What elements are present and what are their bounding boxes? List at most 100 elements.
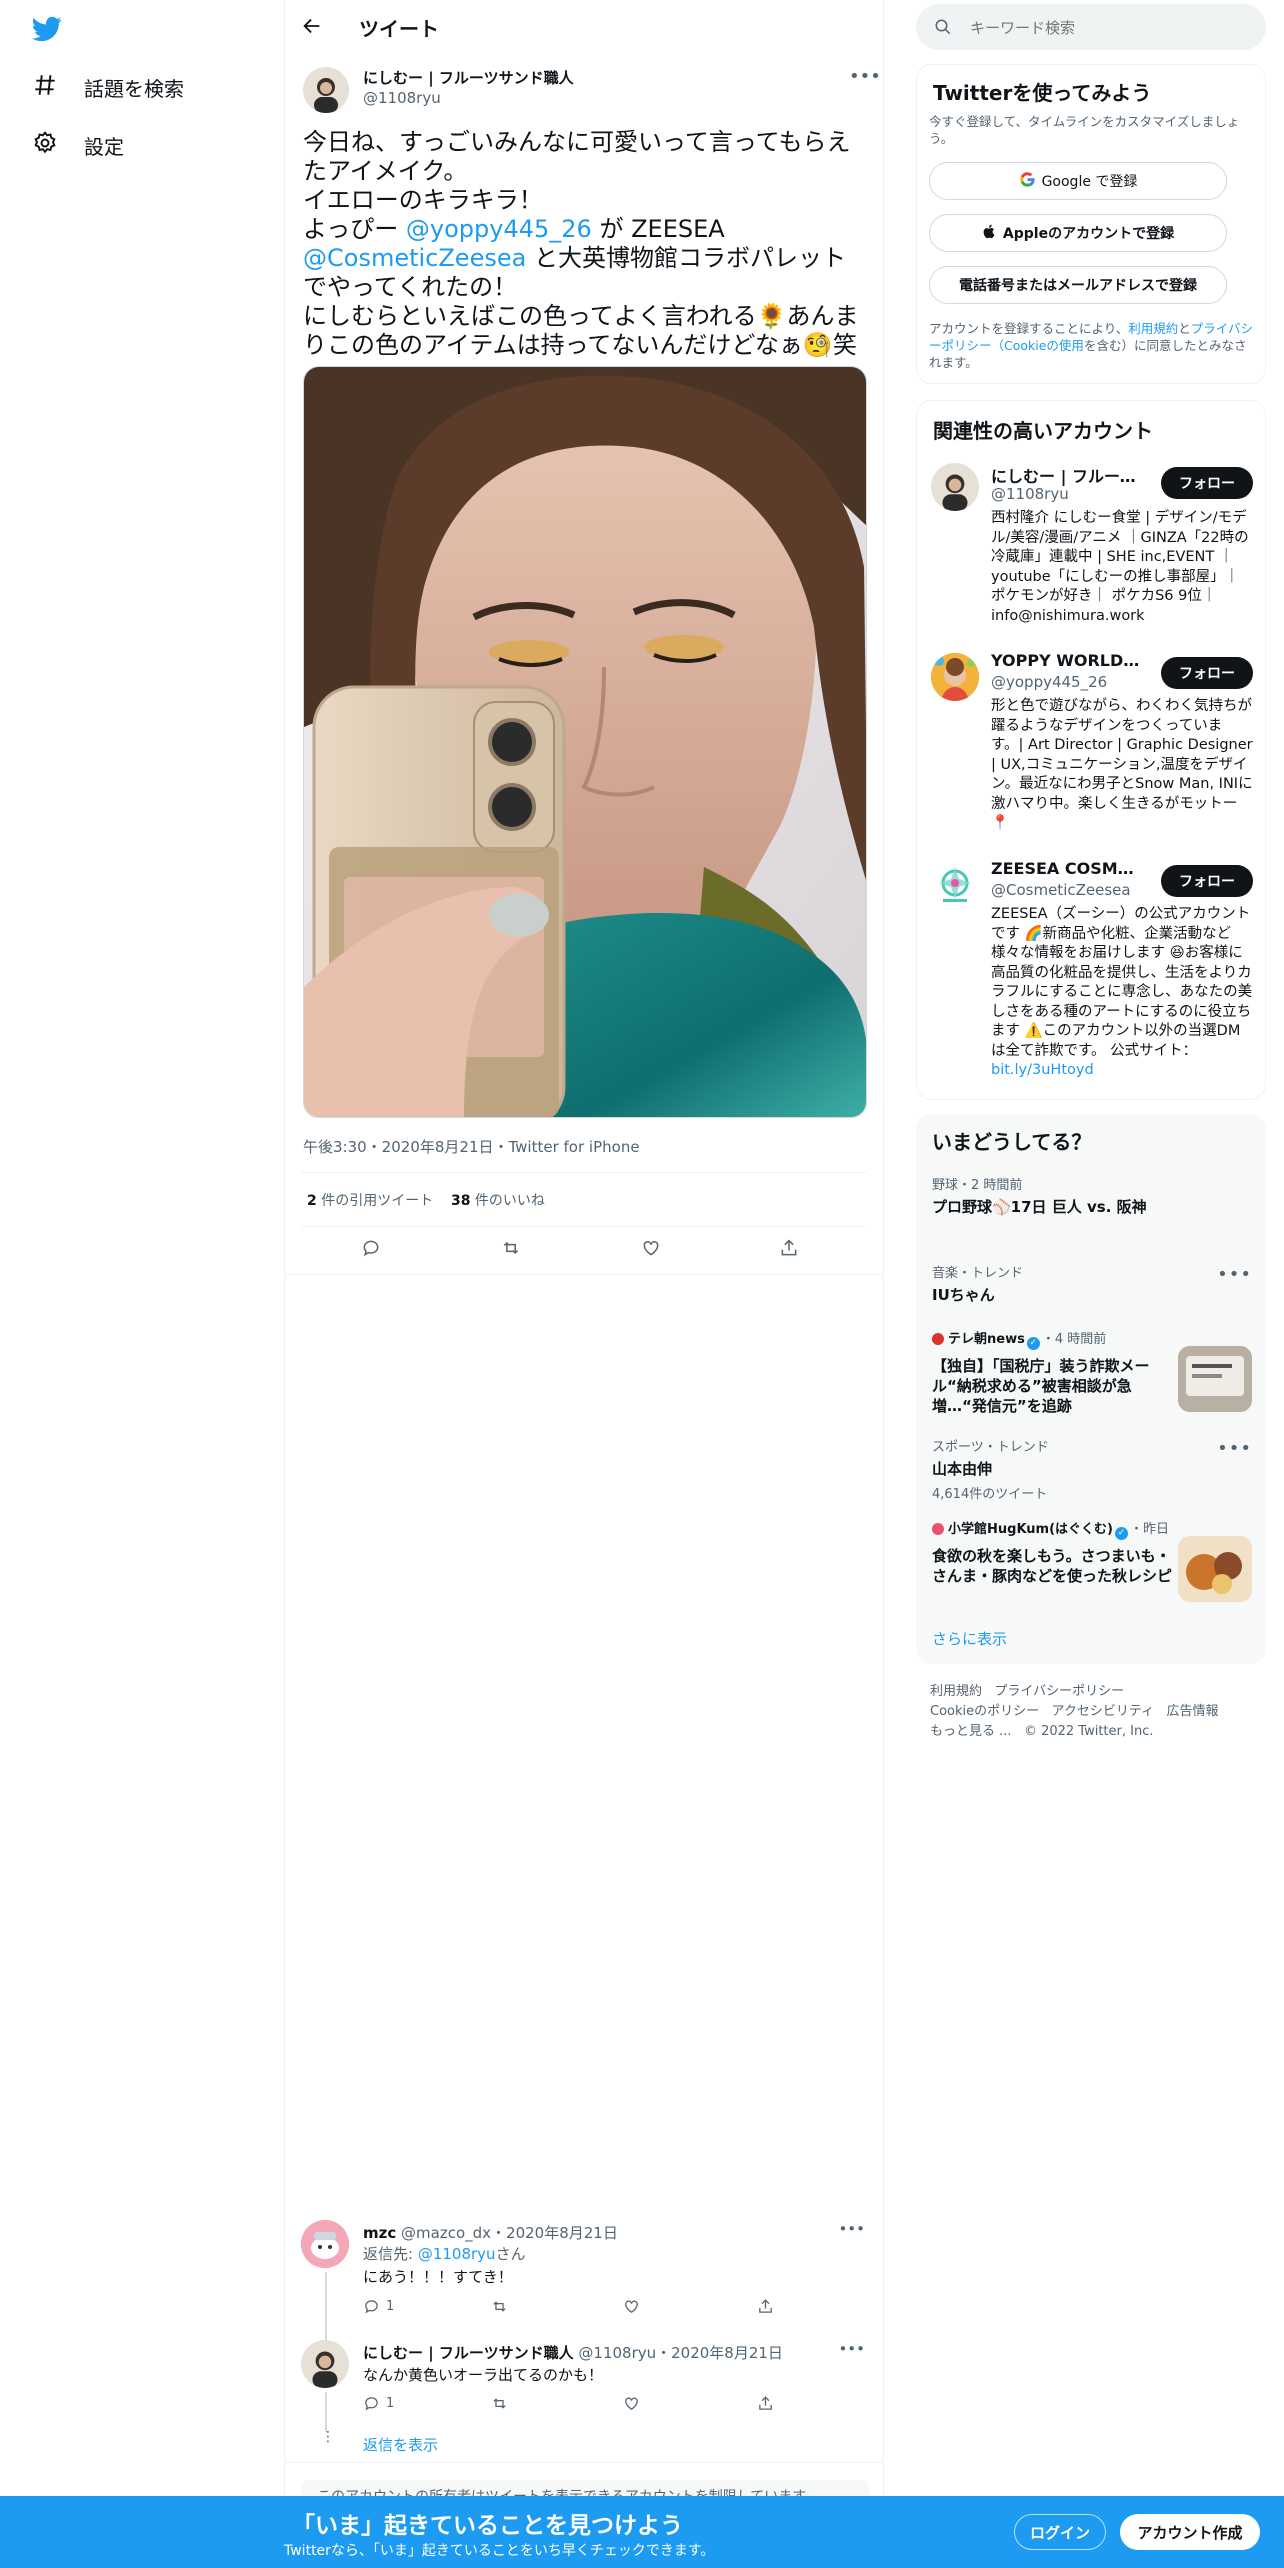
related-account-name[interactable]: YOPPY WORLD 🦊 [991,651,1141,670]
reply-1-like-button[interactable] [623,2298,757,2315]
trend-item[interactable]: 小学館HugKum(はぐくむ) ✓ ・昨日 食欲の秋を楽しもう。さつまいも・さんま・… [932,1518,1172,1586]
terms-text: と [1178,321,1191,336]
divider [285,1274,883,1275]
verified-badge-icon: ✓ [1114,1527,1128,1540]
related-account-avatar[interactable] [931,861,979,909]
reply-1-retweet-button[interactable] [491,2298,623,2315]
back-arrow-icon[interactable] [301,15,323,41]
more-options-icon[interactable]: ••• [1217,1264,1252,1285]
author-handle[interactable]: @1108ryu [363,89,441,107]
left-navigation: 話題を検索 設定 [0,0,284,2568]
related-account-avatar[interactable] [931,463,979,511]
reply-1-reply-button[interactable]: 1 [363,2298,491,2315]
more-options-icon[interactable]: ••• [838,2220,865,2238]
apple-signup-button[interactable]: Appleのアカウントで登録 [929,214,1227,252]
author-name[interactable]: にしむー | フルーツサンド職人 [363,67,574,88]
related-account-name[interactable]: ZEESEA COSMETI... [991,859,1141,878]
search-icon [934,18,952,40]
reply-to-handle[interactable]: @1108ryu [418,2245,496,2263]
reply-2-reply-button[interactable]: 1 [363,2395,491,2412]
reply-icon[interactable] [361,1238,381,1262]
show-replies-link[interactable]: 返信を表示 [363,2434,438,2455]
tweet-timestamp[interactable]: 午後3:30・2020年8月21日・Twitter for iPhone [303,1136,640,1157]
trend-item[interactable]: スポーツ・トレンド 山本由伸 4,614件のツイート [932,1436,1232,1502]
related-account-handle[interactable]: @yoppy445_26 [991,673,1107,691]
reply-1-share-button[interactable] [757,2298,774,2315]
terms-of-service-link[interactable]: 利用規約 [1128,321,1178,336]
footer-ads-info-link[interactable]: 広告情報 [1167,1704,1219,1719]
main-column: ツイート にしむー | フルーツサンド職人 @1108ryu ••• 今日ね、す… [284,0,884,2568]
share-icon[interactable] [779,1238,799,1262]
footer-accessibility-link[interactable]: アクセシビリティ [1052,1704,1155,1719]
more-options-icon[interactable]: ••• [1217,1438,1252,1459]
related-account-avatar[interactable] [931,653,979,701]
nav-explore[interactable]: 話題を検索 [32,72,184,103]
related-account-bio: 形と色で遊びながら、わくわく気持ちが躍るようなデザインをつくっています。| Ar… [991,698,1253,831]
search-box[interactable] [916,4,1266,50]
footer-more-link[interactable]: もっと見る ... [930,1724,1012,1739]
reply-2-share-button[interactable] [757,2395,774,2412]
hashtag-icon [32,72,58,103]
follow-button[interactable]: フォロー [1161,467,1253,499]
retweet-icon[interactable] [501,1238,521,1262]
banner-subtitle: Twitterなら、「いま」起きていることをいち早くチェックできます。 [284,2543,715,2559]
twitter-logo-icon[interactable] [32,14,62,48]
banner-title: 「いま」起きていることを見つけよう [292,2513,683,2539]
likes-link[interactable]: 38 件のいいね [451,1190,545,1210]
trend-tweet-count: 4,614件のツイート [932,1487,1048,1502]
related-account-bio: ZEESEA（ズーシー）の公式アカウントです 🌈新商品や化粧、企業活動など様々な… [991,905,1253,1081]
like-heart-icon[interactable] [641,1238,661,1262]
phone-email-signup-label: 電話番号またはメールアドレスで登録 [959,278,1197,294]
retweet-icon [493,2398,506,2409]
google-signup-label: Google で登録 [1041,174,1138,190]
trend-title: プロ野球⚾17日 巨人 vs. 阪神 [932,1198,1147,1216]
login-button[interactable]: ログイン [1014,2514,1106,2550]
trend-item[interactable]: テレ朝news ✓ ・4 時間前 【独自】「国税庁」装う詐欺メール“納税求める”被害… [932,1328,1172,1416]
follow-button[interactable]: フォロー [1161,865,1253,897]
tweet-text-segment: よっぴー [303,215,406,243]
reply-1-name[interactable]: mzc [363,2224,396,2242]
follow-button[interactable]: フォロー [1161,657,1253,689]
nav-settings[interactable]: 設定 [32,130,124,161]
like-heart-icon [625,2300,638,2313]
trend-meta: スポーツ・トレンド [932,1440,1049,1455]
terms-text: アカウントを登録することにより、 [929,321,1129,336]
footer-privacy-link[interactable]: プライバシーポリシー [994,1684,1124,1699]
related-account-bio-link[interactable]: bit.ly/3uHtoyd [991,1062,1094,1078]
trend-source: 小学館HugKum(はぐくむ) [948,1522,1113,1537]
more-options-icon[interactable]: ••• [849,66,881,87]
related-account-handle[interactable]: @CosmeticZeesea [991,881,1131,899]
signup-card: Twitterを使ってみよう 今すぐ登録して、タイムラインをカスタマイズしましょ… [916,64,1266,384]
reply-avatar-nishimu[interactable] [301,2340,349,2388]
quote-tweets-link[interactable]: 2 件の引用ツイート [307,1190,433,1210]
reply-avatar-mzc[interactable] [301,2220,349,2268]
bottom-signup-banner: 「いま」起きていることを見つけよう Twitterなら、「いま」起きていることを… [0,2496,1284,2568]
show-more-trends-link[interactable]: さらに表示 [932,1628,1007,1649]
nav-explore-label: 話題を検索 [84,77,184,101]
mention-cosmeticzeesea[interactable]: @CosmeticZeesea [303,244,526,272]
gear-icon [32,130,58,161]
google-signup-button[interactable]: Google で登録 [929,162,1227,200]
related-account-handle[interactable]: @1108ryu [991,485,1069,503]
signup-title: Twitterを使ってみよう [933,81,1152,105]
trend-item[interactable]: 音楽・トレンド IUちゃん [932,1262,1232,1305]
mention-yoppy[interactable]: @yoppy445_26 [406,215,592,243]
create-account-button[interactable]: アカウント作成 [1120,2514,1260,2550]
author-avatar[interactable] [303,67,349,113]
trend-item[interactable]: 野球・2 時間前 プロ野球⚾17日 巨人 vs. 阪神 [932,1174,1252,1217]
reply-1-handle-date[interactable]: @mazco_dx・2020年8月21日 [401,2224,618,2242]
apple-icon [982,223,997,244]
footer-terms-link[interactable]: 利用規約 [930,1684,982,1699]
reply-2-retweet-button[interactable] [491,2395,623,2412]
related-account-name[interactable]: にしむー | フルーツ... [991,463,1141,487]
phone-email-signup-button[interactable]: 電話番号またはメールアドレスで登録 [929,266,1227,304]
reply-2-handle-date[interactable]: @1108ryu・2020年8月21日 [578,2344,783,2362]
tweet-photo[interactable] [303,366,867,1118]
reply-2-actions: 1 [363,2395,783,2412]
reply-2-name[interactable]: にしむー | フルーツサンド職人 [363,2344,574,2362]
google-icon [1019,171,1036,192]
more-options-icon[interactable]: ••• [838,2340,865,2358]
footer-cookie-link[interactable]: Cookieのポリシー [930,1704,1039,1719]
reply-2-like-button[interactable] [623,2395,757,2412]
search-input[interactable] [968,14,1252,42]
